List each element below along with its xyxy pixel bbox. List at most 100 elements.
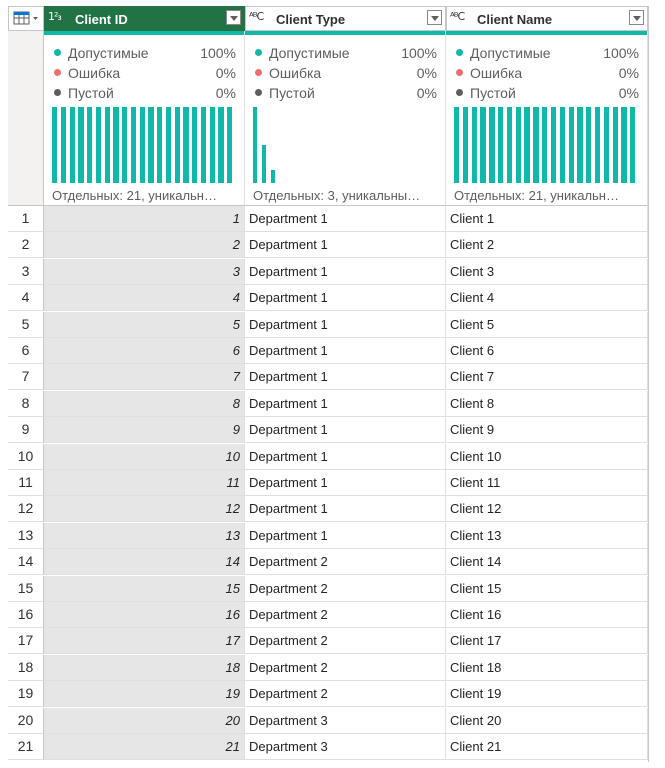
histogram-bar[interactable]	[52, 107, 58, 183]
cell-client-id[interactable]: 2	[44, 232, 245, 259]
cell-client-name[interactable]: Client 20	[446, 707, 648, 734]
cell-client-name[interactable]: Client 14	[446, 549, 648, 576]
histogram-bar[interactable]	[542, 107, 548, 183]
cell-client-type[interactable]: Department 1	[245, 496, 446, 523]
histogram-bar[interactable]	[462, 107, 469, 183]
cell-client-id[interactable]: 8	[44, 390, 245, 417]
cell-client-id[interactable]: 1	[44, 206, 245, 232]
cell-client-type[interactable]: Department 1	[245, 390, 446, 417]
cell-client-id[interactable]: 14	[44, 549, 245, 576]
cell-client-id[interactable]: 18	[44, 654, 245, 681]
row-number[interactable]: 10	[8, 443, 44, 470]
cell-client-id[interactable]: 15	[44, 575, 245, 602]
cell-client-name[interactable]: Client 15	[446, 575, 648, 602]
cell-client-type[interactable]: Department 1	[245, 258, 446, 285]
histogram-bar[interactable]	[524, 107, 530, 183]
histogram-bar[interactable]	[183, 107, 189, 183]
row-number[interactable]: 20	[8, 707, 44, 734]
text-type-icon[interactable]: ᴬᴮC	[249, 10, 264, 23]
cell-client-id[interactable]: 21	[44, 734, 245, 760]
histogram-bar[interactable]	[157, 107, 163, 183]
cell-client-type[interactable]: Department 1	[245, 417, 446, 444]
row-number[interactable]: 12	[8, 496, 44, 523]
row-number[interactable]: 8	[8, 390, 44, 417]
cell-client-id[interactable]: 17	[44, 628, 245, 655]
histogram-bar[interactable]	[471, 107, 477, 183]
cell-client-id[interactable]: 16	[44, 602, 245, 628]
cell-client-type[interactable]: Department 1	[245, 311, 446, 338]
histogram-bar[interactable]	[506, 107, 513, 183]
histogram-bar[interactable]	[550, 107, 557, 183]
cell-client-name[interactable]: Client 7	[446, 364, 648, 391]
cell-client-id[interactable]: 5	[44, 311, 245, 338]
filter-dropdown-icon[interactable]	[226, 10, 241, 25]
histogram-bar[interactable]	[612, 107, 618, 183]
histogram-bar[interactable]	[87, 107, 93, 183]
row-number[interactable]: 13	[8, 522, 44, 549]
cell-client-name[interactable]: Client 1	[446, 206, 648, 232]
cell-client-name[interactable]: Client 8	[446, 390, 648, 417]
cell-client-type[interactable]: Department 2	[245, 681, 446, 708]
text-type-icon[interactable]: ᴬᴮC	[450, 10, 465, 23]
histogram-bar[interactable]	[586, 107, 592, 183]
distribution-histogram[interactable]	[253, 107, 437, 183]
row-number[interactable]: 14	[8, 549, 44, 576]
cell-client-type[interactable]: Department 1	[245, 206, 446, 232]
cell-client-type[interactable]: Department 1	[245, 338, 446, 364]
histogram-bar[interactable]	[148, 107, 154, 183]
distribution-histogram[interactable]	[52, 107, 236, 183]
cell-client-type[interactable]: Department 2	[245, 628, 446, 655]
histogram-bar[interactable]	[200, 107, 207, 183]
histogram-bar[interactable]	[113, 107, 119, 183]
histogram-bar[interactable]	[78, 107, 84, 183]
cell-client-id[interactable]: 7	[44, 364, 245, 391]
cell-client-type[interactable]: Department 2	[245, 654, 446, 681]
cell-client-id[interactable]: 13	[44, 522, 245, 549]
histogram-bar[interactable]	[209, 107, 215, 183]
cell-client-name[interactable]: Client 18	[446, 654, 648, 681]
cell-client-type[interactable]: Department 2	[245, 549, 446, 576]
cell-client-name[interactable]: Client 2	[446, 232, 648, 259]
histogram-bar[interactable]	[568, 107, 574, 183]
cell-client-name[interactable]: Client 4	[446, 285, 648, 312]
histogram-bar[interactable]	[60, 107, 66, 183]
cell-client-id[interactable]: 12	[44, 496, 245, 523]
row-number[interactable]: 2	[8, 232, 44, 259]
histogram-bar[interactable]	[218, 107, 224, 183]
cell-client-name[interactable]: Client 10	[446, 443, 648, 470]
histogram-bar[interactable]	[454, 107, 460, 183]
row-number[interactable]: 3	[8, 258, 44, 285]
histogram-bar[interactable]	[559, 107, 565, 183]
row-number[interactable]: 18	[8, 654, 44, 681]
histogram-bar[interactable]	[139, 107, 145, 183]
cell-client-type[interactable]: Department 1	[245, 470, 446, 496]
row-number[interactable]: 4	[8, 285, 44, 312]
row-number[interactable]: 7	[8, 364, 44, 391]
row-number[interactable]: 17	[8, 628, 44, 655]
histogram-bar[interactable]	[253, 107, 257, 183]
cell-client-name[interactable]: Client 17	[446, 628, 648, 655]
filter-dropdown-icon[interactable]	[427, 10, 442, 25]
cell-client-type[interactable]: Department 1	[245, 364, 446, 391]
cell-client-id[interactable]: 4	[44, 285, 245, 312]
histogram-bar[interactable]	[174, 107, 180, 183]
histogram-bar[interactable]	[95, 107, 102, 183]
distribution-histogram[interactable]	[454, 107, 639, 183]
filter-dropdown-icon[interactable]	[629, 10, 644, 25]
cell-client-type[interactable]: Department 1	[245, 522, 446, 549]
row-number[interactable]: 9	[8, 417, 44, 444]
row-number[interactable]: 11	[8, 470, 44, 496]
histogram-bar[interactable]	[122, 107, 128, 183]
cell-client-name[interactable]: Client 5	[446, 311, 648, 338]
histogram-bar[interactable]	[533, 107, 539, 183]
cell-client-id[interactable]: 10	[44, 443, 245, 470]
cell-client-name[interactable]: Client 9	[446, 417, 648, 444]
histogram-bar[interactable]	[489, 107, 495, 183]
table-menu-button[interactable]	[8, 6, 44, 31]
histogram-bar[interactable]	[262, 145, 266, 183]
histogram-bar[interactable]	[577, 107, 583, 183]
cell-client-type[interactable]: Department 1	[245, 443, 446, 470]
histogram-bar[interactable]	[271, 170, 275, 183]
cell-client-name[interactable]: Client 16	[446, 602, 648, 628]
cell-client-id[interactable]: 19	[44, 681, 245, 708]
